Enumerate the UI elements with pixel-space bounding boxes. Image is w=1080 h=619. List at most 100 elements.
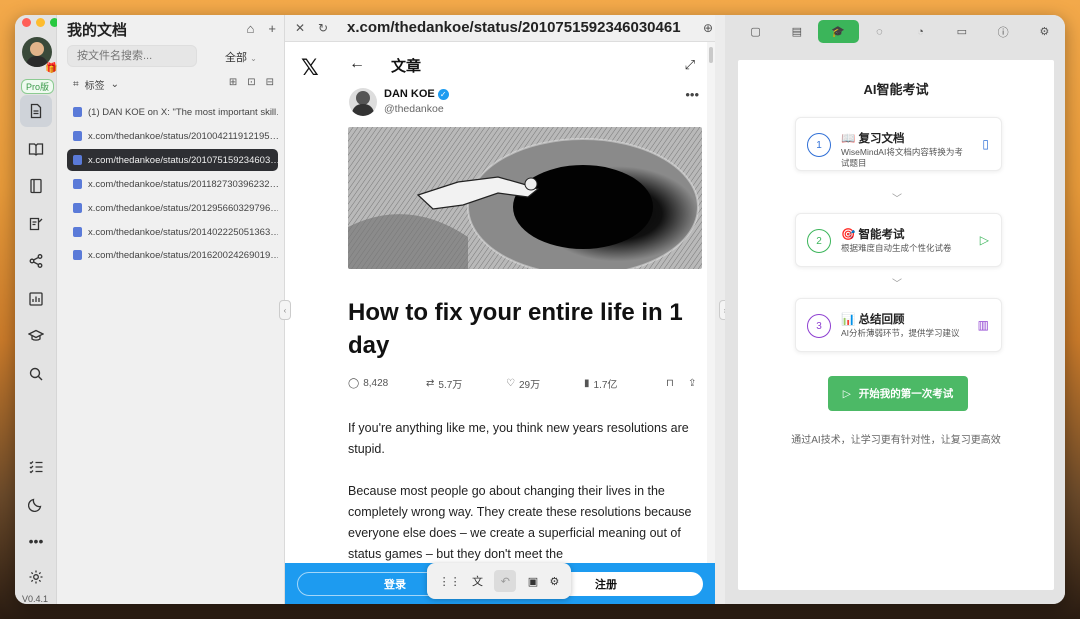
search-nav-button[interactable]: [20, 358, 52, 390]
file-name: (1) DAN KOE on X: "The most important sk…: [88, 106, 278, 118]
home-icon[interactable]: ⌂: [247, 21, 255, 36]
file-icon: [73, 250, 82, 260]
step-review-document[interactable]: 1 📖 复习文档 WiseMindAI将文档内容转换为考试题目 ▯: [795, 117, 1002, 171]
moon-icon: [28, 498, 42, 512]
gear-icon: ⚙: [1039, 26, 1050, 38]
close-window-button[interactable]: [22, 18, 31, 27]
back-arrow-icon[interactable]: ←: [349, 55, 365, 73]
list-item[interactable]: x.com/thedankoe/status/201004211912195…: [67, 125, 278, 147]
search-icon: [29, 367, 43, 381]
exam-footer-text: 通过AI技术，让学习更有针对性，让复习更高效: [791, 435, 1001, 446]
filter-dropdown[interactable]: 全部 ⌄: [225, 49, 257, 65]
stats-nav-button[interactable]: [20, 283, 52, 315]
tag-label: 标签: [84, 81, 105, 92]
refresh-icon[interactable]: ↻: [318, 21, 328, 35]
tasks-nav-button[interactable]: [20, 451, 52, 483]
step-number: 1: [807, 133, 831, 157]
file-name: x.com/thedankoe/status/201620024269019…: [88, 249, 278, 261]
notes-nav-button[interactable]: [20, 208, 52, 240]
notebook-nav-button[interactable]: [20, 170, 52, 202]
address-bar: ✕ ↻ x.com/thedankoe/status/2010751592346…: [285, 15, 715, 42]
file-search-input[interactable]: [67, 45, 197, 67]
tab-chat[interactable]: ◔: [900, 20, 941, 43]
article-header: 文章: [391, 58, 422, 75]
list-item[interactable]: x.com/thedankoe/status/201295660329796…: [67, 197, 278, 219]
verified-icon: ✓: [437, 88, 449, 100]
reader-nav-button[interactable]: [20, 133, 52, 165]
tab-exam[interactable]: 🎓: [817, 20, 859, 43]
play-icon: ▷: [979, 233, 989, 247]
views-icon: ▮: [584, 378, 590, 389]
list-item-selected[interactable]: x.com/thedankoe/status/201075159234603…: [67, 149, 278, 171]
chevron-down-icon: ⌄: [110, 79, 120, 90]
file-icon: [73, 107, 82, 117]
list-item[interactable]: x.com/thedankoe/status/201182730396232…: [67, 173, 278, 195]
reply-button[interactable]: ◯ 8,428: [348, 376, 426, 391]
settings-button[interactable]: [20, 561, 52, 593]
list-item[interactable]: x.com/thedankoe/status/201620024269019…: [67, 244, 278, 266]
file-name: x.com/thedankoe/status/201402225051363…: [88, 226, 278, 238]
x-logo-icon[interactable]: 𝕏: [301, 55, 319, 81]
undo-icon[interactable]: ↶: [494, 570, 517, 592]
like-button[interactable]: ♡ 29万: [506, 376, 584, 391]
graduation-cap-icon: [28, 329, 44, 341]
more-button[interactable]: •••: [20, 525, 52, 557]
pro-badge: Pro版: [21, 79, 55, 94]
file-icon: [73, 131, 82, 141]
ellipsis-icon: •••: [28, 533, 44, 549]
documents-nav-button[interactable]: [20, 95, 52, 127]
author-handle[interactable]: @thedankoe: [384, 103, 444, 115]
bar-chart-icon: [29, 292, 43, 306]
exam-nav-button[interactable]: [20, 320, 52, 352]
list-item[interactable]: x.com/thedankoe/status/201402225051363…: [67, 221, 278, 243]
ai-panel: ▢ ▤ 🎓 ◌ ◔ ▭ ⓘ ⚙ AI智能考试 1 📖 复习文档 WiseMind…: [725, 15, 1065, 604]
translate-icon[interactable]: 文: [472, 573, 483, 589]
gear-icon[interactable]: ⚙: [549, 575, 559, 588]
inbox-icon[interactable]: ▣: [528, 575, 538, 588]
step-description: WiseMindAI将文档内容转换为考试题目: [841, 147, 963, 168]
author-avatar[interactable]: [349, 88, 377, 116]
scrollbar[interactable]: [707, 42, 715, 604]
checklist-icon: [29, 461, 43, 474]
tag-selector[interactable]: ⌗ 标签 ⌄: [73, 77, 119, 92]
step-summary-review[interactable]: 3 📊 总结回顾 AI分析薄弱环节，提供学习建议 ▥: [795, 298, 1002, 352]
tab-reader[interactable]: ▢: [735, 20, 776, 43]
graduation-cap-icon: 🎓: [831, 26, 845, 38]
share-nav-button[interactable]: [20, 245, 52, 277]
step-smart-exam[interactable]: 2 🎯 智能考试 根据难度自动生成个性化试卷 ▷: [795, 213, 1002, 267]
tab-info[interactable]: ⓘ: [983, 20, 1024, 43]
grid-icon[interactable]: ⊟: [266, 77, 274, 88]
gift-icon[interactable]: 🎁: [45, 63, 57, 74]
drag-handle-icon[interactable]: ⋮⋮: [439, 575, 461, 588]
tab-document[interactable]: ▤: [776, 20, 817, 43]
step-number: 2: [807, 229, 831, 253]
paragraph: Because most people go about changing th…: [348, 484, 692, 561]
group-icon[interactable]: ⊡: [247, 77, 255, 88]
collapse-left-button[interactable]: ‹: [279, 300, 291, 320]
minimize-window-button[interactable]: [36, 18, 45, 27]
tab-ideas[interactable]: ◌: [859, 20, 900, 43]
globe-icon[interactable]: ⊕: [703, 21, 713, 35]
more-icon[interactable]: •••: [685, 87, 699, 102]
image-icon: ▭: [956, 26, 968, 38]
url-field[interactable]: x.com/thedankoe/status/20107515923460304…: [347, 19, 681, 36]
document-icon: ▯: [982, 137, 989, 151]
repost-button[interactable]: ⇄ 5.7万: [426, 376, 506, 391]
floating-toolbar: ⋮⋮ 文 ↶ ▣ ⚙: [427, 563, 571, 599]
list-item[interactable]: (1) DAN KOE on X: "The most important sk…: [67, 101, 278, 123]
folder-add-icon[interactable]: ⊞: [229, 77, 237, 88]
bookmark-icon[interactable]: ⊓: [666, 376, 688, 391]
expand-icon[interactable]: ⤢: [685, 57, 695, 73]
author-name[interactable]: DAN KOE ✓: [384, 88, 449, 100]
exam-card: AI智能考试 1 📖 复习文档 WiseMindAI将文档内容转换为考试题目 ▯…: [738, 60, 1054, 590]
tab-image[interactable]: ▭: [941, 20, 982, 43]
views-button[interactable]: ▮ 1.7亿: [584, 376, 666, 391]
start-exam-button[interactable]: ▷ 开始我的第一次考试: [828, 376, 968, 411]
dark-mode-button[interactable]: [20, 488, 52, 520]
heart-icon: ♡: [506, 378, 515, 389]
tab-settings[interactable]: ⚙: [1024, 20, 1065, 43]
add-icon[interactable]: +: [268, 21, 276, 36]
file-icon: [73, 203, 82, 213]
close-icon[interactable]: ✕: [295, 21, 305, 35]
share-icon[interactable]: ⇪: [688, 376, 696, 391]
